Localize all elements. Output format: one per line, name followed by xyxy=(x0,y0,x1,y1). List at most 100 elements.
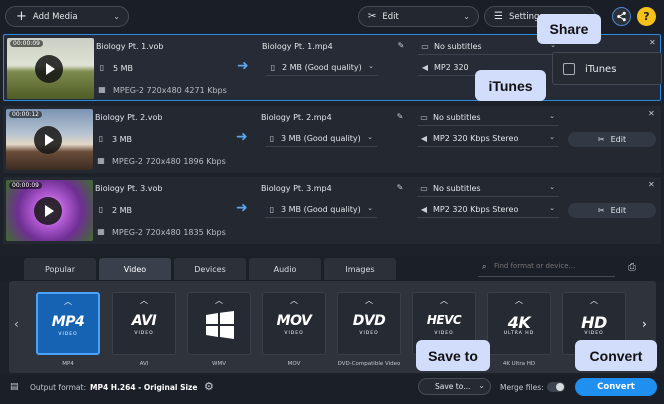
search-input[interactable] xyxy=(494,262,612,270)
video-thumbnail[interactable]: 00:00:12 xyxy=(6,109,93,170)
output-format-label: Output format: xyxy=(30,383,86,392)
speaker-icon: ◀ xyxy=(420,134,428,143)
format-mp4[interactable]: ︿ MP4 VIDEO xyxy=(36,292,100,355)
format-label: MOV xyxy=(287,361,301,367)
tab-devices[interactable]: Devices xyxy=(174,258,246,280)
help-button[interactable]: ? xyxy=(637,7,656,26)
itunes-option[interactable]: iTunes xyxy=(563,61,616,77)
tab-audio[interactable]: Audio xyxy=(249,258,321,280)
format-avi[interactable]: ︿ AVI VIDEO xyxy=(112,292,176,355)
format-4k[interactable]: ︿ 4K ULTRA HD xyxy=(487,292,551,355)
format-label: WMV xyxy=(212,361,226,367)
toggle-knob xyxy=(556,383,564,391)
save-to-button[interactable]: Save to... ⌄ xyxy=(418,378,491,395)
output-size-label: 3 MB (Good quality) xyxy=(281,134,361,143)
source-file-info: MPEG-2 720x480 4271 Kbps xyxy=(113,86,227,95)
app-window: + Add Media ⌄ ✂ Edit ⌄ ☰ Settings ? 00:0… xyxy=(0,0,664,404)
duration-badge: 00:00:09 xyxy=(10,40,43,47)
tab-video[interactable]: Video xyxy=(99,258,171,280)
format-wmv[interactable]: ︿ xyxy=(187,292,251,355)
chevron-down-icon: ⌄ xyxy=(549,112,555,120)
duration-badge: 00:00:12 xyxy=(9,111,42,118)
format-dvd[interactable]: ︿ DVD VIDEO xyxy=(337,292,401,355)
chevron-left-icon[interactable]: ‹ xyxy=(14,317,19,331)
play-button[interactable] xyxy=(35,55,63,83)
play-button[interactable] xyxy=(34,197,62,225)
device-detect-icon[interactable]: ⎙ xyxy=(628,262,636,273)
merge-files-toggle[interactable] xyxy=(547,382,565,392)
source-file-name: Biology Pt. 1.vob xyxy=(96,42,164,51)
subtitles-dropdown[interactable]: ▭ No subtitles ⌄ xyxy=(417,111,559,126)
source-file-info: MPEG-2 720x480 1896 Kbps xyxy=(112,157,226,166)
output-size-dropdown[interactable]: ▯ 2 MB (Good quality) ⌄ xyxy=(266,61,378,76)
video-thumbnail[interactable]: 00:00:09 xyxy=(7,38,94,99)
tab-images[interactable]: Images xyxy=(324,258,396,280)
chevron-up-icon: ︿ xyxy=(215,296,223,305)
chevron-up-icon: ︿ xyxy=(140,296,148,305)
format-label: MP4 xyxy=(62,361,74,367)
video-thumbnail[interactable]: 00:00:09 xyxy=(6,180,93,241)
edit-file-button[interactable]: ✂ Edit xyxy=(568,132,656,147)
format-mov[interactable]: ︿ MOV VIDEO xyxy=(262,292,326,355)
audio-dropdown[interactable]: ◀ MP2 320 xyxy=(418,61,478,76)
gear-icon[interactable]: ⚙ xyxy=(204,380,214,393)
duration-badge: 00:00:09 xyxy=(9,182,42,189)
file-icon: ▯ xyxy=(98,134,104,143)
file-icon: ▯ xyxy=(98,205,104,214)
audio-label: MP2 320 Kbps Stereo xyxy=(433,134,519,143)
edit-button[interactable]: ✂ Edit ⌄ xyxy=(358,6,479,27)
film-icon: ▦ xyxy=(97,156,105,165)
convert-button[interactable]: Convert xyxy=(575,378,657,396)
remove-icon[interactable]: ✕ xyxy=(648,180,655,189)
play-button[interactable] xyxy=(34,126,62,154)
chevron-right-icon[interactable]: › xyxy=(642,317,647,331)
subtitles-dropdown[interactable]: ▭ No subtitles ⌄ xyxy=(417,182,559,197)
subtitles-label: No subtitles xyxy=(433,184,481,193)
chevron-down-icon: ⌄ xyxy=(113,12,120,21)
output-file-name[interactable]: Biology Pt. 2.mp4 xyxy=(261,113,332,122)
convert-label: Convert xyxy=(597,382,635,392)
arrow-right-icon: ➜ xyxy=(236,129,248,145)
file-row[interactable]: 00:00:12 Biology Pt. 2.vob ▯ 3 MB ▦ MPEG… xyxy=(3,106,661,173)
share-icon xyxy=(617,11,626,22)
file-icon: ▯ xyxy=(269,205,275,214)
format-search[interactable]: ⌕ xyxy=(478,260,615,277)
output-file-name[interactable]: Biology Pt. 3.mp4 xyxy=(261,184,332,193)
share-menu: iTunes xyxy=(552,52,662,85)
pencil-icon[interactable]: ✎ xyxy=(396,41,406,51)
chevron-up-icon: ︿ xyxy=(290,296,298,305)
output-file-name[interactable]: Biology Pt. 1.mp4 xyxy=(262,42,333,51)
file-icon: ▯ xyxy=(269,134,275,143)
save-to-callout: Save to xyxy=(416,340,490,371)
output-format-value[interactable]: MP4 H.264 - Original Size xyxy=(90,383,198,392)
add-media-label: Add Media xyxy=(32,11,78,22)
tools-icon: ✂ xyxy=(597,206,605,215)
audio-label: MP2 320 xyxy=(434,63,469,72)
pencil-icon[interactable]: ✎ xyxy=(395,112,405,122)
remove-icon[interactable]: ✕ xyxy=(649,38,656,47)
tab-popular[interactable]: Popular xyxy=(24,258,96,280)
output-size-dropdown[interactable]: ▯ 3 MB (Good quality) ⌄ xyxy=(265,132,377,147)
checkbox[interactable] xyxy=(563,63,575,75)
audio-dropdown[interactable]: ◀ MP2 320 Kbps Stereo ⌄ xyxy=(417,203,559,218)
subtitles-label: No subtitles xyxy=(433,113,481,122)
audio-dropdown[interactable]: ◀ MP2 320 Kbps Stereo ⌄ xyxy=(417,132,559,147)
subtitles-icon: ▭ xyxy=(420,113,428,122)
source-file-name: Biology Pt. 3.vob xyxy=(95,184,163,193)
pencil-icon[interactable]: ✎ xyxy=(395,183,405,193)
chevron-down-icon: ⌄ xyxy=(367,204,373,212)
edit-label: Edit xyxy=(610,135,627,144)
source-file-name: Biology Pt. 2.vob xyxy=(95,113,163,122)
chevron-down-icon: ⌄ xyxy=(463,12,470,21)
remove-icon[interactable]: ✕ xyxy=(648,109,655,118)
chevron-down-icon: ⌄ xyxy=(549,133,555,141)
chevron-up-icon: ︿ xyxy=(515,296,523,305)
subtitles-icon: ▭ xyxy=(420,184,428,193)
file-row[interactable]: 00:00:09 Biology Pt. 3.vob ▯ 2 MB ▦ MPEG… xyxy=(3,177,661,244)
output-size-dropdown[interactable]: ▯ 3 MB (Good quality) ⌄ xyxy=(265,203,377,218)
share-button[interactable] xyxy=(612,7,631,26)
edit-file-button[interactable]: ✂ Edit xyxy=(568,203,656,218)
itunes-callout: iTunes xyxy=(475,70,546,101)
chevron-down-icon: ⌄ xyxy=(549,204,555,212)
add-media-button[interactable]: + Add Media ⌄ xyxy=(5,6,129,27)
